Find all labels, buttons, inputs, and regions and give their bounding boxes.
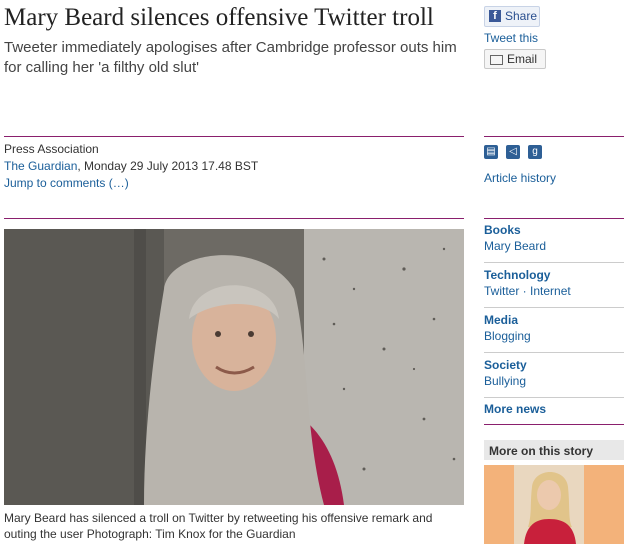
category-sub[interactable]: Bullying	[484, 373, 527, 389]
sidebar-divider	[484, 136, 624, 137]
article-header: Mary Beard silences offensive Twitter tr…	[4, 0, 464, 78]
photo-caption: Mary Beard has silenced a troll on Twitt…	[4, 511, 433, 541]
more-news-link[interactable]: More news	[484, 402, 546, 416]
facebook-icon: f	[489, 10, 501, 22]
standfirst: Tweeter immediately apologises after Cam…	[4, 39, 457, 76]
category-sub[interactable]: Mary Beard	[484, 238, 546, 254]
sidebar-divider	[484, 218, 624, 219]
category-sub[interactable]: Blogging	[484, 328, 531, 344]
tweet-this-link[interactable]: Tweet this	[484, 31, 538, 45]
sidebar-divider	[484, 262, 624, 263]
category-society: Society Bullying	[484, 357, 527, 389]
article-photo	[4, 229, 464, 505]
headline: Mary Beard silences offensive Twitter tr…	[4, 4, 434, 31]
byline-paper-link[interactable]: The Guardian	[4, 159, 77, 173]
divider	[4, 218, 464, 219]
category-heading[interactable]: Media	[484, 312, 531, 328]
byline-line: The Guardian, Monday 29 July 2013 17.48 …	[4, 158, 258, 175]
jump-to-comments-link[interactable]: Jump to comments (…)	[4, 176, 129, 190]
facebook-share-button[interactable]: f Share	[484, 6, 540, 27]
category-heading[interactable]: Books	[484, 222, 546, 238]
google-icon[interactable]: g	[528, 145, 542, 159]
category-heading[interactable]: Technology	[484, 267, 571, 283]
category-sub[interactable]: Twitter · Internet	[484, 283, 571, 299]
sidebar-divider	[484, 307, 624, 308]
sidebar-divider	[484, 424, 624, 425]
category-heading[interactable]: Society	[484, 357, 527, 373]
divider	[4, 136, 464, 137]
sidebar-divider	[484, 397, 624, 398]
category-media: Media Blogging	[484, 312, 531, 344]
article-history-link[interactable]: Article history	[484, 171, 556, 185]
envelope-icon	[490, 55, 503, 65]
more-on-story-header: More on this story	[484, 440, 624, 460]
byline: Press Association The Guardian, Monday 2…	[4, 141, 258, 192]
byline-date: , Monday 29 July 2013 17.48 BST	[77, 159, 259, 173]
story-thumbnail[interactable]	[484, 465, 624, 544]
category-books: Books Mary Beard	[484, 222, 546, 254]
sidebar-divider	[484, 352, 624, 353]
category-technology: Technology Twitter · Internet	[484, 267, 571, 299]
print-icon[interactable]: ▤	[484, 145, 498, 159]
share-icon[interactable]: ◁	[506, 145, 520, 159]
byline-source: Press Association	[4, 142, 99, 156]
email-button[interactable]: Email	[484, 49, 546, 69]
